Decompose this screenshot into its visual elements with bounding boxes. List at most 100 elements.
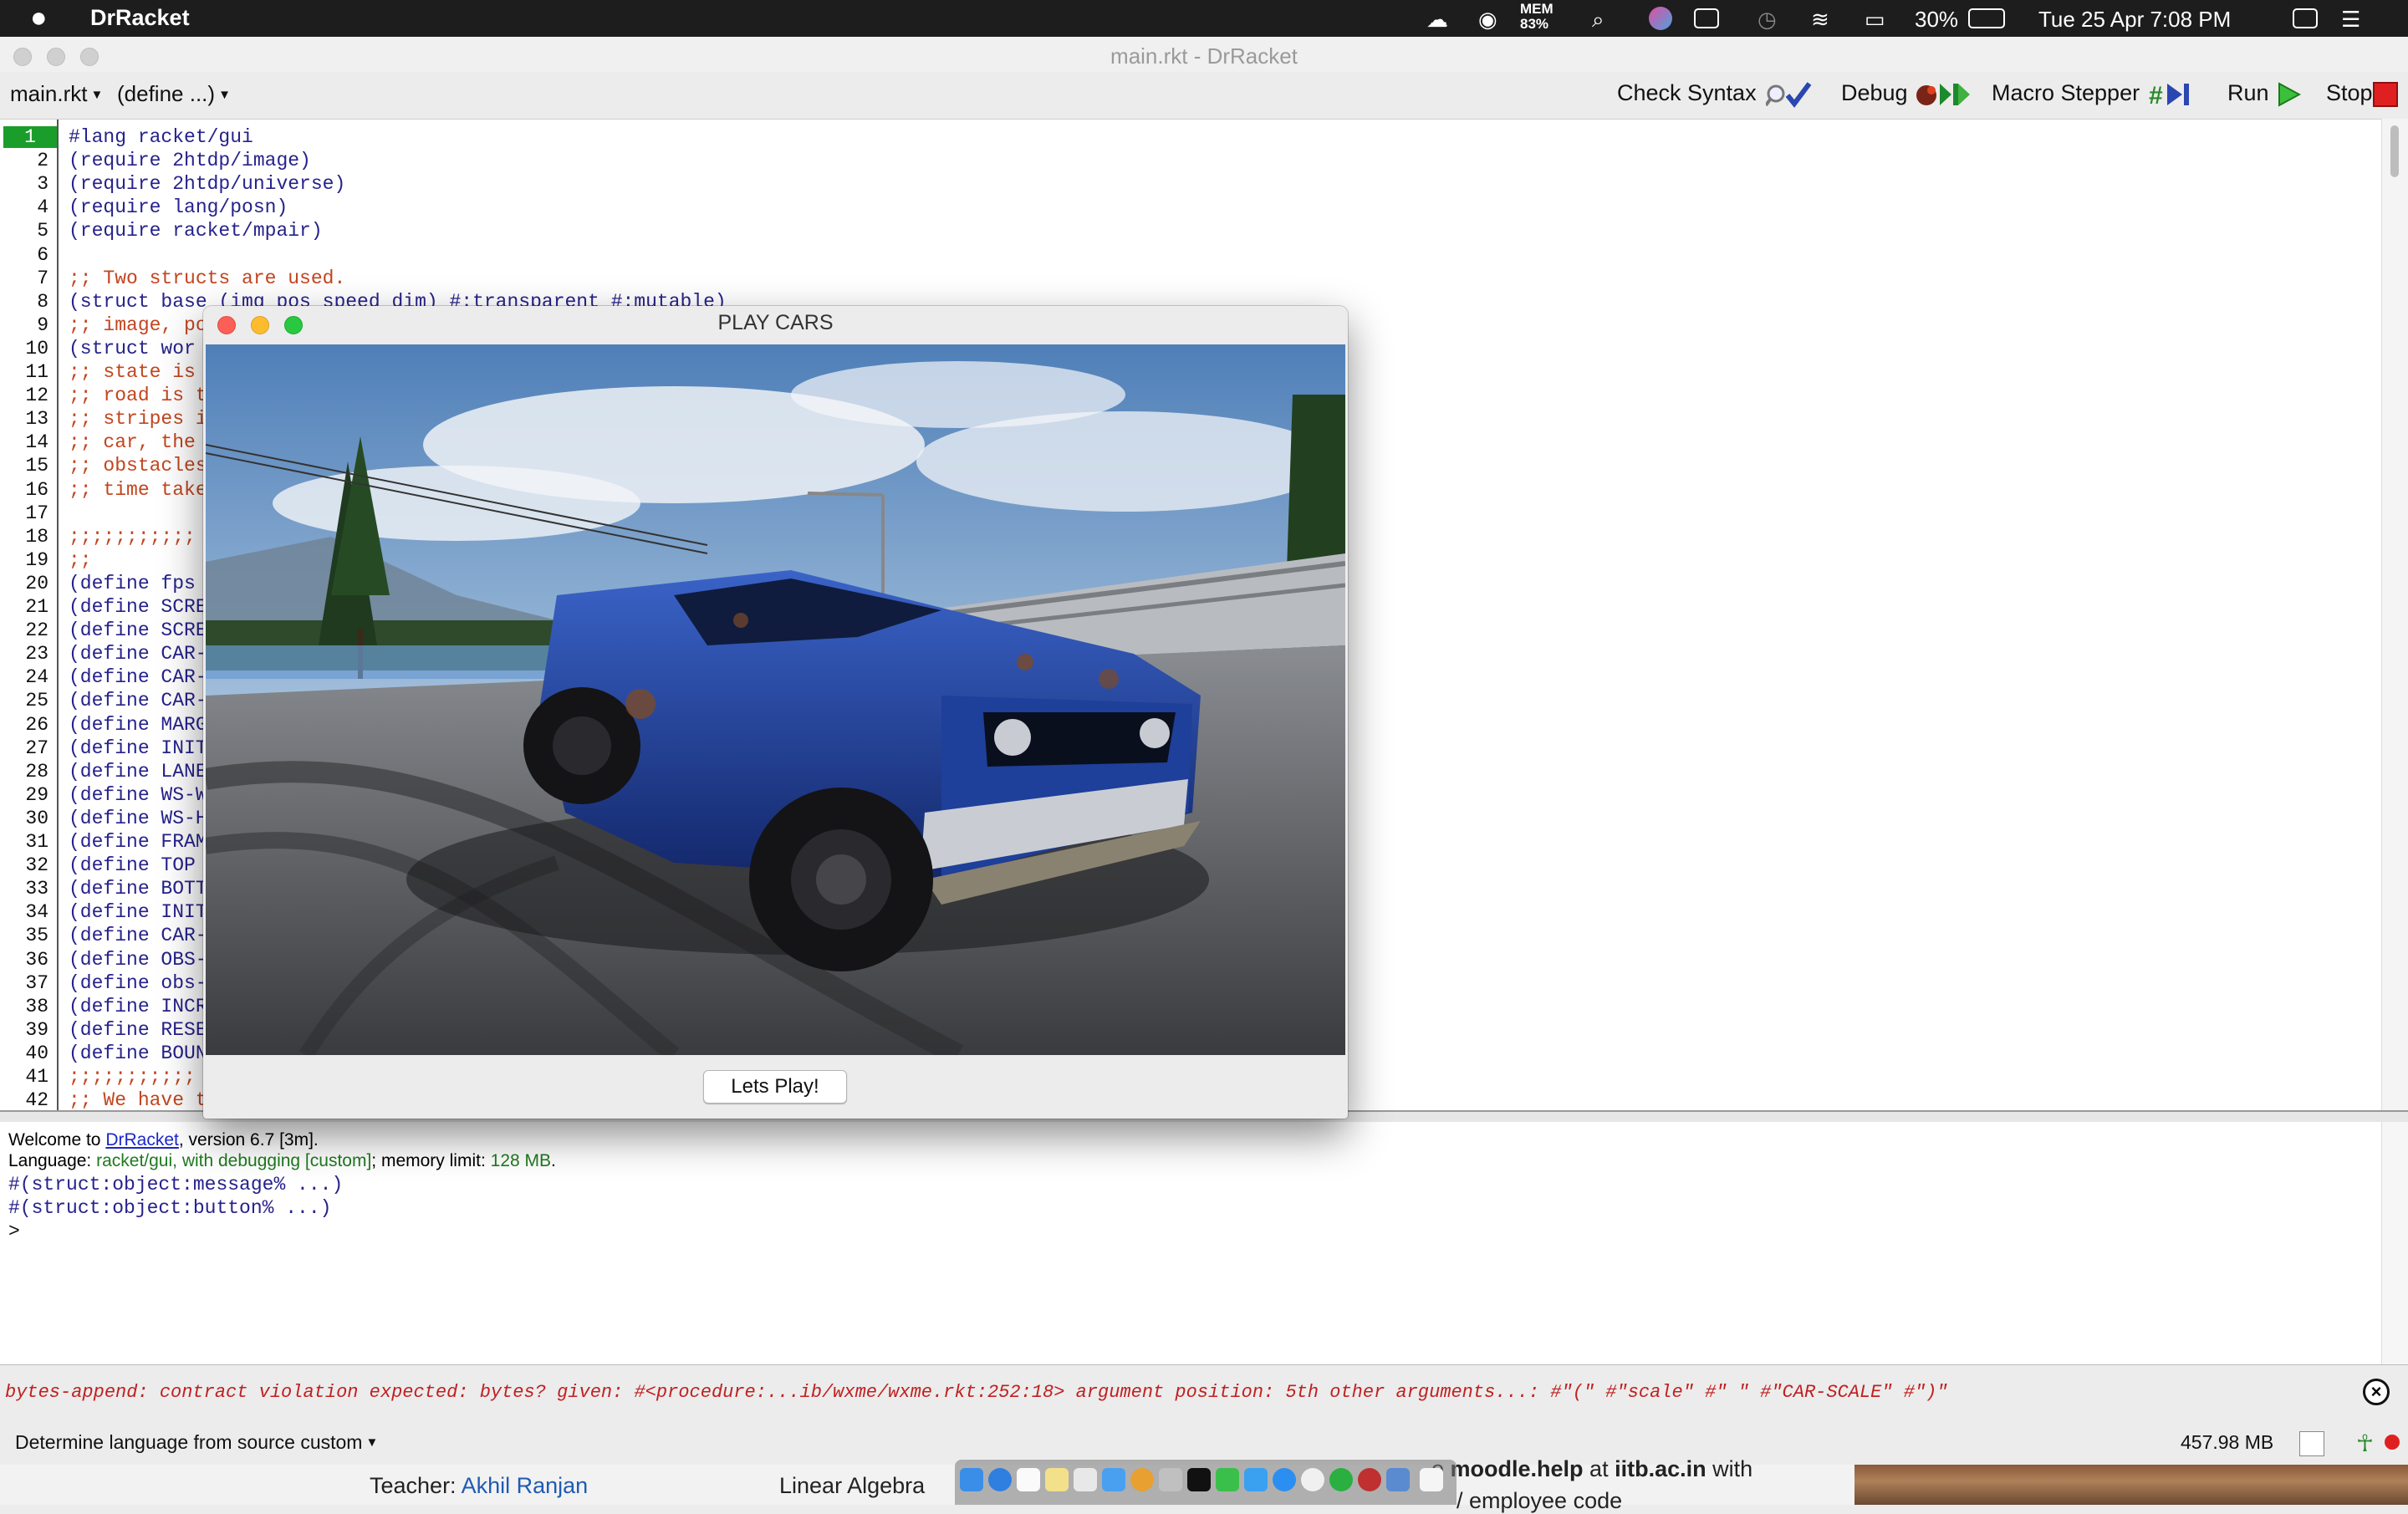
code-line[interactable]: (require 2htdp/image) [69, 150, 311, 171]
code-line[interactable]: ;; We have t [69, 1089, 207, 1111]
interactions-pane[interactable]: Welcome to DrRacket, version 6.7 [3m]. L… [0, 1122, 2381, 1364]
code-line[interactable]: (define INIT [69, 901, 207, 923]
code-line[interactable]: #lang racket/gui [69, 126, 253, 148]
lets-play-button[interactable]: Lets Play! [703, 1070, 847, 1104]
battery-icon[interactable] [1968, 8, 2005, 28]
code-line[interactable]: (define INCR [69, 996, 207, 1017]
line-number: 16 [25, 478, 48, 501]
racket-icon[interactable] [1358, 1468, 1381, 1491]
siri-icon[interactable] [1649, 7, 1672, 30]
line-number: 34 [25, 901, 48, 924]
line-number: 39 [25, 1018, 48, 1041]
code-line[interactable]: (define FRAM [69, 831, 207, 853]
settings-icon[interactable] [1159, 1468, 1182, 1491]
app-store-icon[interactable] [1273, 1468, 1296, 1491]
code-line[interactable]: (define OBS- [69, 949, 207, 971]
line-number: 31 [25, 831, 48, 853]
status-bar: Determine language from source custom 45… [0, 1421, 2408, 1465]
safari-icon[interactable] [988, 1468, 1012, 1491]
repl-scrollbar[interactable] [2381, 1122, 2408, 1364]
define-menu[interactable]: (define ...) [117, 81, 231, 107]
notification-center-icon[interactable]: ☰ [2341, 7, 2360, 33]
code-line[interactable]: ;; image, po [69, 314, 207, 336]
documents-icon[interactable] [1420, 1468, 1443, 1491]
creative-cloud-icon[interactable]: ☁ [1426, 7, 1448, 33]
facetime-icon[interactable] [1244, 1468, 1268, 1491]
editor-scroll-thumb[interactable] [2390, 125, 2399, 177]
reminders-icon[interactable] [1074, 1468, 1097, 1491]
repl-prompt[interactable]: > [8, 1221, 20, 1242]
calendar-dock-icon[interactable] [1017, 1468, 1040, 1491]
file-menu[interactable]: main.rkt [10, 81, 103, 107]
finder-icon[interactable] [960, 1468, 983, 1491]
code-line[interactable]: (define TOP [69, 854, 196, 876]
preview-icon[interactable] [1102, 1468, 1125, 1491]
apple-icon[interactable]: ● [30, 2, 48, 34]
code-line[interactable]: (require lang/posn) [69, 196, 288, 218]
code-line[interactable]: (define BOTT [69, 878, 207, 900]
code-line[interactable]: (define BOUN [69, 1042, 207, 1064]
terminal-icon[interactable] [1187, 1468, 1211, 1491]
line-number: 12 [25, 385, 48, 407]
close-error-icon[interactable]: × [2363, 1379, 2390, 1405]
clock[interactable]: Tue 25 Apr 7:08 PM [2038, 7, 2231, 33]
code-line[interactable]: ;; obstacles [69, 455, 207, 477]
app-window-icon[interactable] [1386, 1468, 1410, 1491]
search-icon[interactable]: ⌕ [1592, 7, 1604, 33]
code-line[interactable]: (define SCRE [69, 596, 207, 618]
app-menu[interactable]: DrRacket [90, 5, 190, 31]
photos-icon[interactable] [1130, 1468, 1154, 1491]
line-number: 20 [25, 572, 48, 594]
code-line[interactable]: ;;;;;;;;;;; [69, 526, 196, 548]
line-number: 19 [25, 548, 48, 571]
code-line[interactable]: (define CAR- [69, 666, 207, 688]
keyboard-icon[interactable] [1694, 8, 1719, 28]
code-line[interactable]: (require 2htdp/universe) [69, 173, 345, 195]
airplay-icon[interactable]: ▭ [1865, 7, 1885, 33]
code-line[interactable]: ;; car, the [69, 431, 196, 453]
editor-scrollbar[interactable] [2381, 119, 2408, 1110]
code-line[interactable]: (define obs- [69, 972, 207, 994]
code-line[interactable]: (define CAR- [69, 643, 207, 665]
code-line[interactable]: ;; road is t [69, 385, 207, 406]
code-line[interactable]: (define WS-H [69, 808, 207, 829]
app-status-icon[interactable]: ◉ [1478, 7, 1497, 33]
code-line[interactable]: (define WS-W [69, 784, 207, 806]
code-line[interactable]: (define MARG [69, 714, 207, 736]
drracket-link[interactable]: DrRacket [105, 1130, 179, 1150]
run-icon [2278, 82, 2301, 107]
code-line[interactable]: (define INIT [69, 737, 207, 759]
code-line[interactable]: ;;;;;;;;;;; [69, 1066, 196, 1088]
messages-icon[interactable] [1216, 1468, 1239, 1491]
notes-icon[interactable] [1045, 1468, 1069, 1491]
wifi-icon[interactable]: ≋ [1811, 7, 1829, 33]
code-line[interactable]: ;; state is [69, 361, 196, 383]
whatsapp-icon[interactable] [1329, 1468, 1353, 1491]
code-line[interactable]: (struct wor [69, 338, 196, 359]
error-message[interactable]: bytes-append: contract violation expecte… [5, 1382, 1948, 1403]
itunes-icon[interactable] [1301, 1468, 1324, 1491]
code-line[interactable]: ;; time take [69, 479, 207, 501]
line-number: 2 [37, 150, 48, 172]
code-line[interactable]: ;; stripes i [69, 408, 207, 430]
code-line[interactable]: (define SCRE [69, 619, 207, 641]
code-line[interactable]: ;; [69, 549, 92, 571]
line-number: 27 [25, 737, 48, 759]
teacher-link[interactable]: Akhil Ranjan [462, 1473, 589, 1498]
code-line[interactable]: (define CAR- [69, 925, 207, 946]
code-line[interactable]: (define LANE [69, 761, 207, 782]
memory-status[interactable]: MEM 83% [1520, 2, 1553, 32]
stop-label: Stop [2326, 80, 2373, 105]
language-selector[interactable]: Determine language from source custom [15, 1431, 378, 1454]
line-number: 35 [25, 925, 48, 947]
code-line[interactable]: (define RESE [69, 1019, 207, 1041]
teacher-info: Teacher: Akhil Ranjan [370, 1473, 589, 1498]
code-line[interactable]: (define CAR- [69, 690, 207, 711]
line-number: 40 [25, 1042, 48, 1064]
code-line[interactable]: ;; Two structs are used. [69, 268, 345, 289]
code-line[interactable]: (require racket/mpair) [69, 220, 323, 242]
calendar-icon[interactable] [2293, 8, 2318, 28]
employee-code-text: / employee code [1457, 1488, 1623, 1513]
time-machine-icon[interactable]: ◷ [1758, 7, 1777, 33]
code-line[interactable]: (define fps [69, 573, 196, 594]
